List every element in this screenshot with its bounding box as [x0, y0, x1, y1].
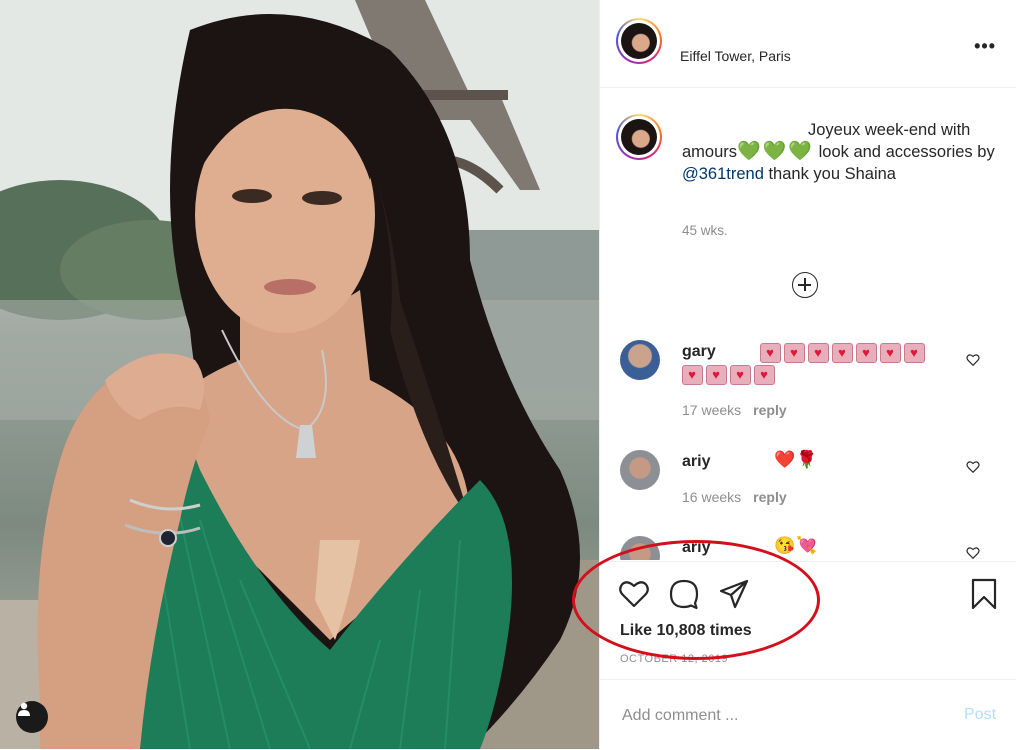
comment-like-heart-icon[interactable]: [966, 546, 980, 560]
caption-time-ago: 45 wks.: [682, 223, 728, 238]
heart-icon[interactable]: [618, 578, 650, 610]
photo-illustration: [0, 0, 600, 749]
bookmark-icon[interactable]: [968, 578, 1000, 610]
post-header: Eiffel Tower, Paris •••: [600, 0, 1016, 88]
comment-meta: 16 weeks reply: [682, 489, 787, 505]
comment-like-heart-icon[interactable]: [966, 353, 980, 367]
comment-time: 17 weeks: [682, 402, 742, 418]
comment-time: 16 weeks: [682, 489, 742, 505]
plus-circle-icon[interactable]: [792, 272, 818, 298]
comment-like-heart-icon[interactable]: [966, 460, 980, 474]
commenter-avatar[interactable]: [620, 450, 660, 490]
share-icon[interactable]: [718, 578, 750, 610]
caption-end: thank you Shaina: [763, 165, 896, 183]
commenter-avatar[interactable]: [620, 536, 660, 560]
author-avatar[interactable]: [616, 18, 662, 64]
likes-count[interactable]: Like 10,808 times: [620, 622, 752, 640]
comment-emoji-line1: ♥ ♥ ♥ ♥ ♥ ♥ ♥: [760, 342, 928, 363]
mention-link[interactable]: @361trend: [682, 165, 764, 183]
post-button[interactable]: Post: [964, 706, 996, 724]
commenter-avatar[interactable]: [620, 340, 660, 380]
caption-text: Joyeux week-end with amours💚💚💚 look and …: [682, 119, 1002, 185]
caption-middle: look and accessories by: [814, 143, 995, 161]
green-hearts-emoji: 💚💚💚: [737, 141, 815, 162]
caption-author-avatar[interactable]: [616, 114, 662, 160]
comment-item: gary ♥ ♥ ♥ ♥ ♥ ♥ ♥ ♥ ♥ ♥ ♥ 17 weeks reply: [600, 338, 1016, 428]
comment-meta: 17 weeks reply: [682, 402, 787, 418]
comment-emoji: 😘💘: [774, 536, 819, 555]
comment-emoji: ❤️🌹: [774, 450, 819, 469]
comment-item: ariy 😘💘: [600, 534, 1016, 560]
post-photo[interactable]: [0, 0, 600, 749]
add-comment-input[interactable]: [620, 704, 924, 728]
comment-icon[interactable]: [668, 578, 700, 610]
reply-button[interactable]: reply: [753, 402, 786, 418]
comment-composer: Post: [600, 679, 1016, 750]
comment-username[interactable]: ariy: [682, 453, 710, 471]
reply-button[interactable]: reply: [753, 489, 786, 505]
action-bar: Like 10,808 times OCTOBER 12, 2019: [600, 561, 1016, 679]
user-tag-icon[interactable]: [16, 701, 48, 733]
comment-emoji-line2: ♥ ♥ ♥ ♥: [682, 364, 778, 385]
post-side-panel: Eiffel Tower, Paris ••• Joyeux week-end …: [600, 0, 1016, 749]
location-link[interactable]: Eiffel Tower, Paris: [680, 48, 791, 64]
more-options-icon[interactable]: •••: [974, 36, 996, 57]
comment-username[interactable]: gary: [682, 343, 716, 361]
comment-item: ariy ❤️🌹 16 weeks reply: [600, 448, 1016, 528]
comments-list[interactable]: gary ♥ ♥ ♥ ♥ ♥ ♥ ♥ ♥ ♥ ♥ ♥ 17 weeks reply ariy ❤️🌹…: [600, 320, 1016, 560]
comment-username[interactable]: ariy: [682, 539, 710, 557]
post-date: OCTOBER 12, 2019: [620, 653, 729, 665]
